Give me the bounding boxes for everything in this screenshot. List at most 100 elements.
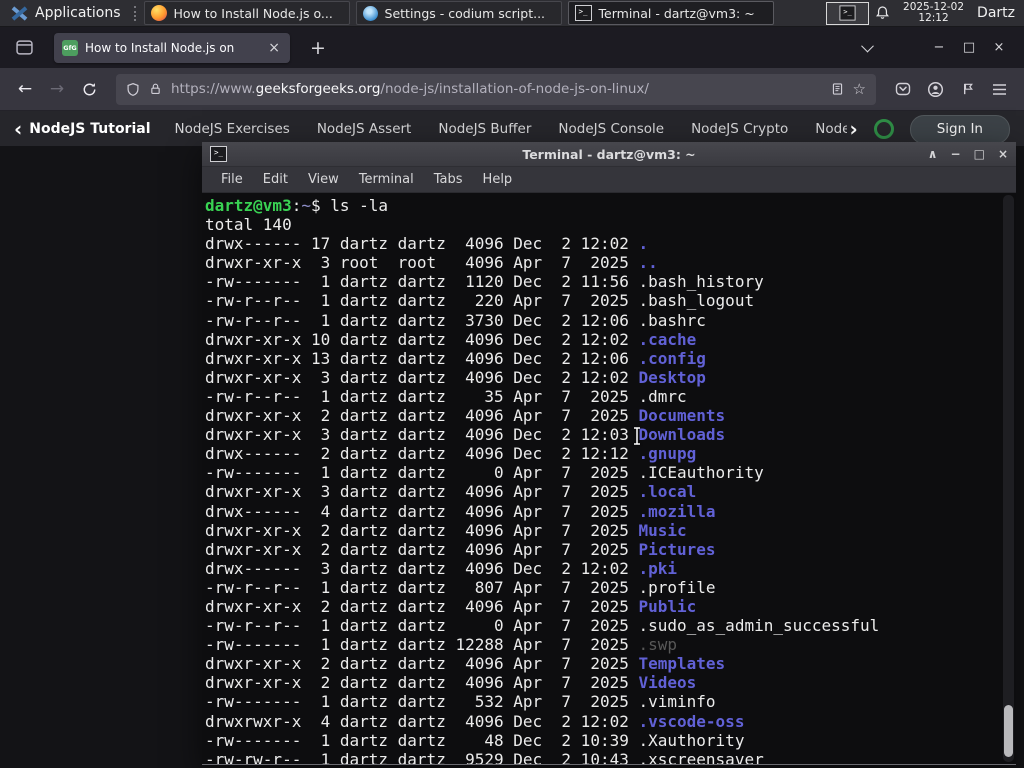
menu-view[interactable]: View <box>298 172 349 187</box>
terminal-maximize-button[interactable]: □ <box>974 147 985 161</box>
terminal-shade-button[interactable]: ∧ <box>928 147 938 161</box>
directory-name: Pictures <box>638 539 716 559</box>
prompt-path: ~ <box>301 196 311 215</box>
directory-name: .. <box>638 253 658 273</box>
notification-bell-icon[interactable] <box>875 5 890 21</box>
panel-username: Dartz <box>977 5 1015 21</box>
tracking-shield-icon[interactable] <box>126 82 140 97</box>
subnav-item[interactable]: NodeJS Assert <box>317 121 412 137</box>
file-name: .xscreensaver <box>638 749 764 764</box>
chevron-down-icon <box>860 39 874 53</box>
scrollbar-thumb[interactable] <box>1004 705 1013 757</box>
terminal-output-area[interactable]: dartz@vm3:~$ ls -la total 140 drwx------… <box>202 193 1016 764</box>
taskbar-label: Settings - codium script... <box>384 5 546 21</box>
terminal-lines: dartz@vm3:~$ ls -la total 140 drwx------… <box>205 196 1002 764</box>
gfg-favicon: GfG <box>62 39 78 56</box>
file-name: .bashrc <box>638 310 706 330</box>
new-tab-button[interactable]: + <box>304 37 332 59</box>
chevron-left-icon: ‹ <box>14 117 23 141</box>
directory-name: .config <box>638 348 706 368</box>
distro-logo-icon <box>11 5 28 21</box>
terminal-line: drwxr-xr-x 3 dartz dartz 4096 Dec 2 12:0… <box>205 367 706 387</box>
browser-tab-active[interactable]: GfG How to Install Node.js on × <box>54 32 290 63</box>
url-scheme: https://www. <box>171 81 256 97</box>
terminal-line: -rw-r--r-- 1 dartz dartz 220 Apr 7 2025 … <box>205 291 755 311</box>
browser-toolbar: ← → https://www.geeksforgeeks.org/node-j… <box>0 68 1024 111</box>
subnav-item[interactable]: NodeJS DNS <box>815 121 847 137</box>
workspace-switcher[interactable] <box>825 1 870 25</box>
subnav-active-label: NodeJS Tutorial <box>29 121 151 137</box>
terminal-line: drwxr-xr-x 2 dartz dartz 4096 Apr 7 2025… <box>205 654 726 674</box>
directory-name: .mozilla <box>638 501 716 521</box>
terminal-menubar: File Edit View Terminal Tabs Help <box>202 167 1016 193</box>
terminal-line: -rw-r--r-- 1 dartz dartz 0 Apr 7 2025 .s… <box>205 616 880 636</box>
terminal-minimize-button[interactable]: − <box>951 147 961 161</box>
directory-name: Desktop <box>638 367 706 387</box>
reload-button[interactable] <box>74 74 104 104</box>
panel-status-area: 2025-12-02 12:12 Dartz <box>875 2 1018 24</box>
browser-maximize-button[interactable]: □ <box>954 40 984 55</box>
menu-tabs[interactable]: Tabs <box>424 172 473 187</box>
menu-icon[interactable] <box>984 74 1014 104</box>
reader-mode-icon[interactable] <box>831 82 844 96</box>
taskbar-button-codium[interactable]: Settings - codium script... <box>355 1 562 25</box>
chevron-right-icon[interactable]: › <box>849 119 857 139</box>
terminal-line: drwxr-xr-x 3 root root 4096 Apr 7 2025 .… <box>205 253 658 273</box>
terminal-scrollbar[interactable] <box>1003 195 1014 762</box>
subnav-item[interactable]: NodeJS Exercises <box>175 121 290 137</box>
directory-name: Music <box>638 520 687 540</box>
pocket-icon[interactable] <box>888 74 918 104</box>
sign-in-button[interactable]: Sign In <box>909 114 1010 144</box>
url-text: https://www.geeksforgeeks.org/node-js/in… <box>171 81 822 97</box>
terminal-line: drwx------ 2 dartz dartz 4096 Dec 2 12:1… <box>205 444 697 464</box>
browser-tab-bar: GfG How to Install Node.js on × + − □ × <box>0 27 1024 68</box>
directory-name: Downloads <box>638 425 726 445</box>
menu-edit[interactable]: Edit <box>253 172 298 187</box>
tab-title: How to Install Node.js on <box>85 40 260 55</box>
firefox-icon <box>150 5 167 21</box>
subnav-item-tutorial[interactable]: ‹ NodeJS Tutorial <box>14 119 151 139</box>
menu-file[interactable]: File <box>211 172 253 187</box>
taskbar-button-firefox[interactable]: How to Install Node.js o... <box>143 1 350 25</box>
prompt-user-host: dartz@vm3 <box>205 196 292 215</box>
terminal-line: drwxrwxr-x 4 dartz dartz 4096 Dec 2 12:0… <box>205 711 745 731</box>
terminal-line: drwxr-xr-x 2 dartz dartz 4096 Apr 7 2025… <box>205 596 697 616</box>
lock-icon[interactable] <box>149 82 162 96</box>
directory-name: . <box>638 234 649 254</box>
prompt-dollar: $ <box>310 196 331 215</box>
gfg-search-icon[interactable] <box>873 119 894 139</box>
directory-name: Videos <box>638 673 697 693</box>
firefox-view-icon[interactable] <box>10 35 38 61</box>
terminal-window: Terminal - dartz@vm3: ~ ∧ − □ × File Edi… <box>202 142 1016 765</box>
menu-terminal[interactable]: Terminal <box>349 172 424 187</box>
terminal-line: drwx------ 4 dartz dartz 4096 Apr 7 2025… <box>205 501 716 521</box>
panel-clock[interactable]: 2025-12-02 12:12 <box>903 2 964 24</box>
subnav-item[interactable]: NodeJS Buffer <box>438 121 531 137</box>
browser-close-button[interactable]: × <box>984 40 1014 55</box>
directory-name: .pki <box>638 558 678 578</box>
terminal-titlebar[interactable]: Terminal - dartz@vm3: ~ ∧ − □ × <box>202 142 1016 167</box>
taskbar-button-terminal[interactable]: Terminal - dartz@vm3: ~ <box>567 1 774 25</box>
directory-name: .gnupg <box>638 444 697 464</box>
tab-close-icon[interactable]: × <box>266 40 282 56</box>
subnav-item[interactable]: NodeJS Console <box>558 121 664 137</box>
terminal-line: drwxr-xr-x 2 dartz dartz 4096 Apr 7 2025… <box>205 673 697 693</box>
list-all-tabs-button[interactable] <box>854 35 880 61</box>
url-bar[interactable]: https://www.geeksforgeeks.org/node-js/in… <box>116 73 876 105</box>
terminal-line: -rw-rw-r-- 1 dartz dartz 9529 Dec 2 10:4… <box>205 750 1002 764</box>
back-button[interactable]: ← <box>10 74 40 104</box>
prompt-command: ls -la <box>330 196 389 215</box>
menu-help[interactable]: Help <box>473 172 523 187</box>
terminal-line: drwxr-xr-x 3 dartz dartz 4096 Apr 7 2025… <box>205 482 697 502</box>
browser-minimize-button[interactable]: − <box>924 40 954 55</box>
extensions-icon[interactable] <box>952 74 982 104</box>
file-name: .swp <box>638 635 678 655</box>
applications-menu-button[interactable]: Applications <box>6 4 126 22</box>
bookmark-star-icon[interactable]: ☆ <box>853 80 866 98</box>
subnav-links: NodeJS Exercises NodeJS Assert NodeJS Bu… <box>175 121 848 137</box>
account-icon[interactable] <box>920 74 950 104</box>
subnav-item[interactable]: NodeJS Crypto <box>691 121 788 137</box>
directory-name: .vscode-oss <box>638 711 745 731</box>
forward-button[interactable]: → <box>42 74 72 104</box>
terminal-close-button[interactable]: × <box>998 147 1008 161</box>
